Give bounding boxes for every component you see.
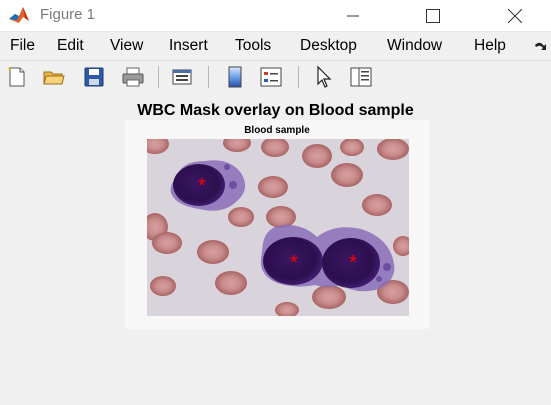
print-icon[interactable] <box>121 65 145 89</box>
close-button[interactable] <box>492 0 538 31</box>
maximize-icon <box>426 8 440 23</box>
edit-plot-icon[interactable] <box>312 65 336 89</box>
link-plot-icon[interactable] <box>170 65 194 89</box>
dock-arrow-icon[interactable] <box>534 41 548 53</box>
menu-edit[interactable]: Edit <box>57 37 84 55</box>
blood-sample-image: * * * <box>147 139 409 316</box>
matlab-icon <box>8 5 30 25</box>
property-inspector-icon[interactable] <box>349 65 373 89</box>
save-icon[interactable] <box>82 65 106 89</box>
open-file-icon[interactable] <box>42 65 66 89</box>
toolbar-separator <box>158 66 159 88</box>
menu-desktop[interactable]: Desktop <box>300 37 357 55</box>
wbc-marker: * <box>349 252 357 274</box>
toolbar <box>0 60 551 94</box>
minimize-icon <box>347 15 359 16</box>
toolbar-separator <box>208 66 209 88</box>
maximize-button[interactable] <box>410 0 456 31</box>
menu-window[interactable]: Window <box>387 37 442 55</box>
menu-tools[interactable]: Tools <box>235 37 271 55</box>
menu-help[interactable]: Help <box>474 37 506 55</box>
menu-insert[interactable]: Insert <box>169 37 208 55</box>
close-icon <box>508 8 522 23</box>
colorbar-icon[interactable] <box>223 65 247 89</box>
menu-file[interactable]: File <box>10 37 35 55</box>
menu-view[interactable]: View <box>110 37 143 55</box>
wbc-marker: * <box>198 175 206 197</box>
toolbar-separator <box>298 66 299 88</box>
window-title: Figure 1 <box>40 6 96 23</box>
legend-icon[interactable] <box>259 65 283 89</box>
title-bar: Figure 1 <box>0 0 551 32</box>
wbc-marker: * <box>290 252 298 274</box>
menu-bar: File Edit View Insert Tools Desktop Wind… <box>0 33 551 59</box>
minimize-button[interactable] <box>330 0 376 31</box>
new-figure-icon[interactable] <box>5 65 29 89</box>
figure-title: WBC Mask overlay on Blood sample <box>137 102 414 119</box>
axes-title: Blood sample <box>244 125 310 136</box>
